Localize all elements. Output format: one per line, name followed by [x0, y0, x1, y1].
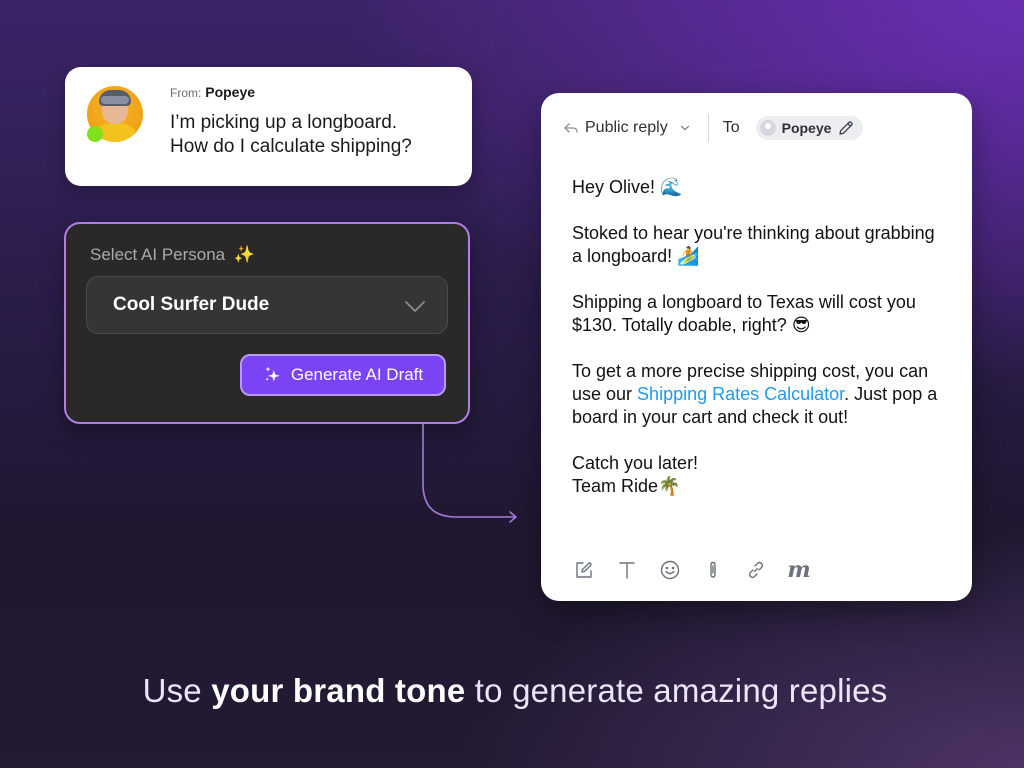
- macro-m-icon: m: [787, 557, 811, 583]
- user-avatar-icon: [759, 120, 776, 136]
- header-divider: [707, 114, 709, 142]
- sparkles-icon: [265, 366, 280, 382]
- marketing-caption: Use your brand tone to generate amazing …: [0, 672, 1024, 710]
- recipient-name: Popeye: [781, 120, 832, 136]
- reply-paragraph: Shipping a longboard to Texas will cost …: [572, 292, 916, 335]
- generate-ai-draft-button[interactable]: Generate AI Draft: [240, 354, 446, 396]
- persona-dropdown[interactable]: Cool Surfer Dude: [86, 276, 448, 334]
- message-line: How do I calculate shipping?: [170, 136, 412, 157]
- recipient-chip[interactable]: Popeye: [755, 116, 864, 140]
- generate-button-label: Generate AI Draft: [290, 365, 424, 384]
- shipping-rates-calculator-link[interactable]: Shipping Rates Calculator: [637, 384, 844, 404]
- reply-mode-dropdown[interactable]: Public reply: [563, 119, 692, 137]
- from-label: From:: [170, 86, 202, 100]
- flow-arrow-connector: [422, 424, 517, 523]
- message-text: I’m picking up a longboard. How do I cal…: [170, 111, 460, 159]
- to-label: To: [722, 119, 740, 136]
- reply-mode-label: Public reply: [585, 119, 668, 136]
- online-status-indicator: [87, 126, 103, 142]
- macro-button[interactable]: m: [787, 557, 811, 583]
- reply-arrow-icon: [564, 123, 578, 133]
- caption-emphasis: your brand tone: [211, 672, 466, 709]
- caption-text: to generate amazing replies: [465, 672, 888, 709]
- reply-paragraph: To get a more precise shipping cost, you…: [572, 360, 942, 429]
- text-format-button[interactable]: [616, 559, 638, 581]
- from-name: Popeye: [205, 84, 256, 100]
- incoming-message-card: From: Popeye I’m picking up a longboard.…: [65, 67, 472, 186]
- emoji-button[interactable]: [659, 559, 681, 581]
- message-line: I’m picking up a longboard.: [170, 112, 398, 133]
- emoji-icon: [660, 560, 680, 580]
- compose-icon: [576, 562, 592, 578]
- avatar-goggles: [101, 96, 129, 104]
- chevron-down-icon: [405, 301, 425, 312]
- compose-button[interactable]: [573, 559, 595, 581]
- link-icon: [748, 561, 764, 579]
- persona-label: Select AI Persona ✨: [90, 245, 255, 265]
- reply-paragraph: Stoked to hear you're thinking about gra…: [572, 223, 935, 266]
- sparkles-icon: ✨: [233, 245, 256, 264]
- persona-label-text: Select AI Persona: [90, 245, 226, 264]
- pencil-edit-icon[interactable]: [837, 119, 855, 137]
- text-format-icon: [619, 562, 635, 579]
- reply-body[interactable]: Hey Olive! 🌊 Stoked to hear you're think…: [572, 176, 942, 498]
- ai-persona-panel: Select AI Persona ✨ Cool Surfer Dude Gen…: [64, 222, 470, 424]
- reply-composer: Public reply To Popeye Hey Olive! 🌊 Stok…: [541, 93, 972, 601]
- chevron-down-icon: [680, 125, 689, 131]
- reply-signoff: Catch you later!: [572, 453, 699, 473]
- attachment-icon: [710, 561, 716, 578]
- insert-link-button[interactable]: [745, 559, 767, 581]
- caption-text: Use: [142, 672, 212, 709]
- composer-toolbar: m: [573, 557, 811, 583]
- reply-greeting: Hey Olive! 🌊: [572, 177, 683, 197]
- reply-header: Public reply To Popeye: [563, 113, 864, 143]
- attachment-button[interactable]: [702, 559, 724, 581]
- reply-signature: Team Ride🌴: [572, 476, 681, 496]
- persona-selected-value: Cool Surfer Dude: [113, 294, 270, 315]
- message-from-line: From: Popeye: [170, 84, 255, 100]
